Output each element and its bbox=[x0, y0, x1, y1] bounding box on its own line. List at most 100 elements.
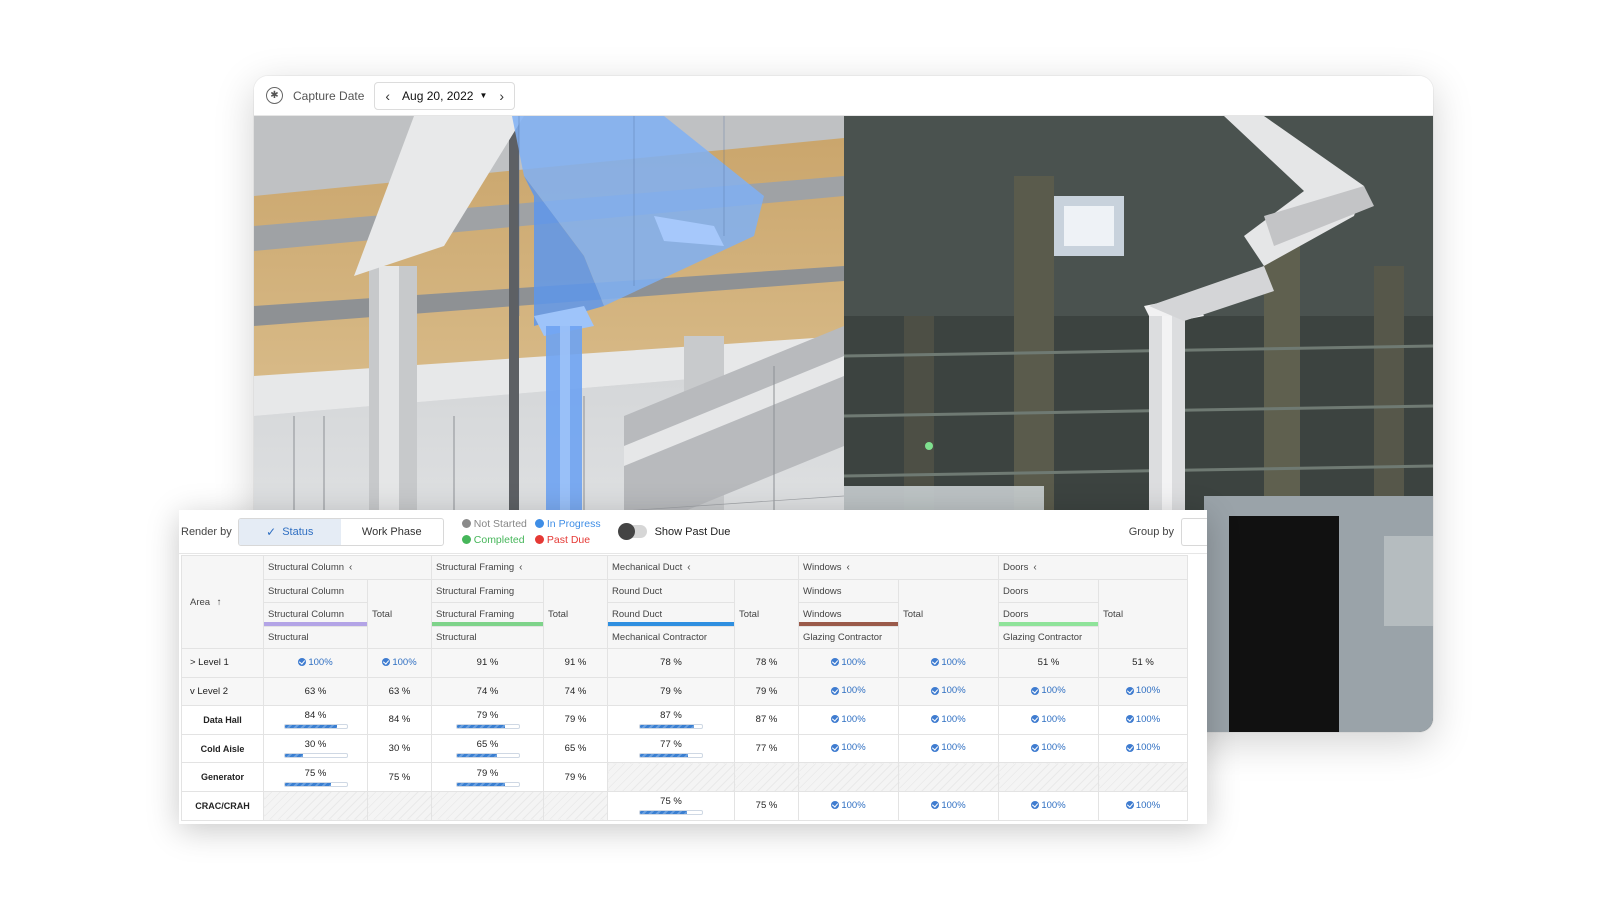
chevron-left-icon[interactable]: ‹ bbox=[687, 562, 690, 573]
progress-bar-fill bbox=[284, 725, 337, 729]
check-circle-icon bbox=[831, 658, 840, 667]
complete-badge: 100% bbox=[931, 742, 966, 753]
level-row[interactable]: v Level 2 63 % 63 % 74 % 74 % 79 % 79 % 100% 100… bbox=[181, 676, 1188, 707]
percent-cell: 79 % bbox=[734, 676, 799, 707]
chevron-left-icon[interactable]: ‹ bbox=[1033, 562, 1036, 573]
progress-bar bbox=[455, 781, 520, 787]
check-circle-icon bbox=[931, 658, 940, 667]
chevron-left-icon[interactable]: ‹ bbox=[519, 562, 522, 573]
percent-cell: 63 % bbox=[367, 676, 432, 707]
row-area-name[interactable]: Generator bbox=[181, 762, 264, 792]
area-row[interactable]: Cold Aisle 30 % 30 % 65 % 65 % 77 % 77 % 100% 10… bbox=[181, 733, 1188, 764]
subgroup-header: Round Duct bbox=[607, 579, 735, 603]
percent-value: 100% bbox=[841, 799, 866, 811]
complete-badge: 100% bbox=[831, 657, 866, 668]
empty-cell bbox=[543, 790, 608, 821]
percent-value: 100% bbox=[1041, 799, 1066, 811]
viewer-toolbar: ✱ Capture Date ‹ Aug 20, 2022 ▼ › bbox=[254, 76, 1433, 116]
group-by-select[interactable] bbox=[1181, 518, 1207, 546]
complete-cell: 100% bbox=[1098, 676, 1188, 707]
percent-value: 79 % bbox=[476, 710, 499, 722]
complete-badge: 100% bbox=[1031, 799, 1066, 811]
total-column-header: Total bbox=[898, 579, 999, 649]
percent-value: 100% bbox=[941, 685, 966, 697]
complete-cell: 100% bbox=[998, 676, 1099, 707]
capture-date-value[interactable]: Aug 20, 2022 bbox=[402, 89, 473, 103]
group-header-mechanical-duct[interactable]: Mechanical Duct ‹ bbox=[607, 555, 799, 580]
legend-not-started: Not Started bbox=[461, 518, 527, 530]
trade-header: Doors bbox=[998, 602, 1099, 627]
date-picker[interactable]: ‹ Aug 20, 2022 ▼ › bbox=[374, 81, 516, 110]
group-header-doors[interactable]: Doors ‹ bbox=[998, 555, 1188, 580]
chevron-left-icon[interactable]: ‹ bbox=[385, 88, 390, 104]
empty-cell bbox=[263, 790, 368, 821]
row-area-name[interactable]: Cold Aisle bbox=[181, 733, 264, 764]
level-row[interactable]: > Level 1 100% 100% 91 % 91 % 78 % 78 % 100% 100… bbox=[181, 648, 1188, 678]
area-row[interactable]: Generator 75 % 75 % 79 % 79 % bbox=[181, 762, 1188, 792]
percent-value: 100% bbox=[1135, 799, 1161, 811]
check-circle-icon bbox=[831, 715, 840, 724]
trade-color-bar bbox=[999, 622, 1098, 626]
complete-cell: 100% bbox=[798, 676, 899, 707]
complete-badge: 100% bbox=[1125, 799, 1161, 811]
caret-down-icon[interactable]: ▼ bbox=[479, 91, 487, 100]
show-past-due-switch[interactable] bbox=[617, 523, 647, 540]
trade-color-bar bbox=[432, 622, 543, 626]
contractor-header: Glazing Contractor bbox=[798, 626, 899, 649]
percent-value: 100% bbox=[941, 656, 966, 668]
complete-cell: 100% bbox=[998, 790, 1099, 821]
area-row[interactable]: CRAC/CRAH 75 % 75 % 100% 100% 100% 100% bbox=[181, 790, 1188, 821]
trade-header: Structural Column bbox=[263, 602, 368, 627]
chevron-left-icon[interactable]: ‹ bbox=[349, 562, 352, 573]
percent-value: 100% bbox=[308, 656, 333, 668]
check-circle-icon bbox=[831, 743, 840, 752]
area-row[interactable]: Data Hall 84 % 84 % 79 % 79 % 87 % 87 % 100% 100… bbox=[181, 705, 1188, 735]
group-header-windows[interactable]: Windows ‹ bbox=[798, 555, 999, 580]
render-by-label: Render by bbox=[181, 525, 232, 538]
row-area-name[interactable]: CRAC/CRAH bbox=[181, 790, 264, 821]
render-by-toggle[interactable]: ✓ Status Work Phase bbox=[237, 517, 444, 546]
trade-color-bar bbox=[799, 622, 898, 626]
check-circle-icon bbox=[931, 801, 940, 810]
progress-indicator: 65 % bbox=[432, 739, 543, 759]
percent-value: 100% bbox=[1135, 685, 1161, 697]
complete-badge: 100% bbox=[1125, 714, 1160, 725]
render-status-option[interactable]: ✓ Status bbox=[238, 518, 341, 545]
check-circle-icon bbox=[931, 743, 940, 752]
capture-date-label: Capture Date bbox=[293, 88, 365, 103]
complete-badge: 100% bbox=[831, 685, 866, 697]
legend-past-due: Past Due bbox=[534, 534, 601, 546]
chevron-left-icon[interactable]: ‹ bbox=[847, 562, 850, 573]
percent-value: 100% bbox=[941, 799, 966, 811]
progress-table: Area ↑ Structural Column ‹ Structural Fra… bbox=[181, 555, 1188, 821]
progress-cell: 30 % bbox=[263, 733, 368, 764]
complete-badge: 100% bbox=[831, 742, 866, 753]
progress-indicator: 87 % bbox=[608, 710, 734, 730]
progress-cell: 79 % bbox=[431, 705, 544, 735]
group-header-structural-column[interactable]: Structural Column ‹ bbox=[263, 555, 432, 580]
empty-cell bbox=[798, 762, 899, 792]
progress-cell: 84 % bbox=[263, 705, 368, 735]
complete-cell: 100% bbox=[798, 648, 899, 678]
chevron-right-icon[interactable]: › bbox=[499, 88, 504, 104]
camera-shutter-icon: ✱ bbox=[266, 87, 283, 104]
percent-cell: 79 % bbox=[607, 676, 735, 707]
render-work-phase-option[interactable]: Work Phase bbox=[341, 519, 443, 545]
check-circle-icon bbox=[298, 658, 307, 667]
complete-badge: 100% bbox=[1031, 714, 1066, 725]
percent-cell: 91 % bbox=[431, 648, 544, 678]
group-header-structural-framing[interactable]: Structural Framing ‹ bbox=[431, 555, 608, 580]
row-area-name[interactable]: v Level 2 bbox=[181, 676, 264, 707]
total-column-header: Total bbox=[367, 579, 432, 649]
percent-value: 100% bbox=[392, 656, 417, 668]
row-area-name[interactable]: Data Hall bbox=[181, 705, 264, 735]
complete-cell: 100% bbox=[1098, 705, 1188, 735]
row-area-name[interactable]: > Level 1 bbox=[181, 648, 264, 678]
complete-cell: 100% bbox=[367, 648, 432, 678]
progress-table-panel: Render by ✓ Status Work Phase Not Starte… bbox=[179, 510, 1207, 824]
area-column-header[interactable]: Area ↑ bbox=[181, 555, 264, 649]
percent-cell: 51 % bbox=[998, 648, 1099, 678]
progress-indicator: 79 % bbox=[432, 768, 543, 787]
percent-value: 100% bbox=[841, 685, 866, 697]
complete-cell: 100% bbox=[898, 790, 999, 821]
